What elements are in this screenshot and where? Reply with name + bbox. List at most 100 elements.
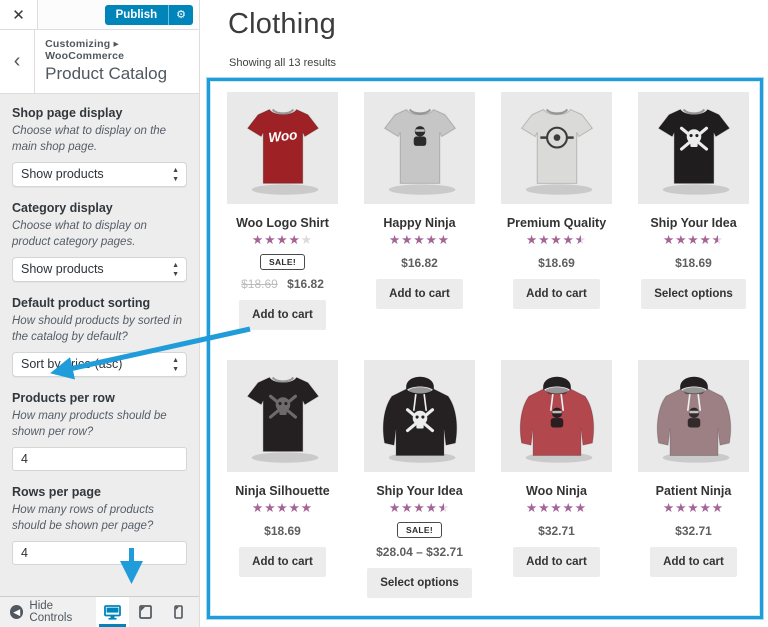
highlighted-preview-region: Woo Woo Logo Shirt ★★★★★ ★★★★★ SALE! $18… (207, 78, 763, 619)
setting-title: Shop page display (12, 106, 123, 120)
product-title[interactable]: Woo Ninja (501, 484, 612, 498)
setting-products-per-row: Products per row How many products shoul… (12, 391, 187, 472)
setting-title: Default product sorting (12, 296, 151, 311)
product-price: $32.71 (638, 524, 749, 538)
add-to-cart-button[interactable]: Add to cart (513, 279, 600, 309)
add-to-cart-button[interactable]: Select options (641, 279, 746, 309)
setting-title: Category display (12, 201, 113, 216)
product-title[interactable]: Happy Ninja (364, 216, 475, 230)
stars-filled: ★★★★★ (251, 233, 301, 247)
shop-page-display-select[interactable]: Show products ▲ ▼ (12, 162, 187, 188)
product-image[interactable] (638, 92, 749, 204)
old-price: $18.69 (241, 277, 278, 291)
publish-button-group: Publish ⚙ (104, 4, 193, 25)
sale-badge: SALE! (397, 522, 442, 538)
add-to-cart-button[interactable]: Add to cart (376, 279, 463, 309)
product-image[interactable] (364, 92, 475, 204)
customizer-footer: ◀ Hide Controls (0, 596, 199, 627)
hide-controls-label: Hide Controls (29, 600, 73, 624)
product-image[interactable] (638, 360, 749, 472)
add-to-cart-button[interactable]: Select options (367, 568, 472, 598)
panel-header-text: Customizing ▸ WooCommerce Product Catalo… (35, 30, 199, 93)
setting-description: How many rows of products should be show… (12, 504, 154, 532)
products-grid: Woo Woo Logo Shirt ★★★★★ ★★★★★ SALE! $18… (210, 81, 760, 598)
back-button[interactable]: ‹ (0, 30, 36, 93)
products-per-row-input[interactable] (12, 447, 187, 472)
select-value: Show products (21, 262, 104, 277)
sale-badge: SALE! (260, 254, 305, 270)
product-price: $16.82 (364, 256, 475, 270)
stars-filled: ★★★★★ (251, 501, 314, 515)
stars-filled: ★★★★★ (388, 501, 444, 515)
product-image[interactable] (227, 360, 338, 472)
mobile-icon (174, 605, 183, 619)
product-image[interactable] (501, 92, 612, 204)
current-price: $28.04 – $32.71 (376, 545, 463, 559)
product-card[interactable]: Ship Your Idea ★★★★★ ★★★★★ SALE! $28.04 … (364, 360, 475, 598)
current-price: $16.82 (287, 277, 324, 291)
product-card[interactable]: Ninja Silhouette ★★★★★ ★★★★★ SALE! $18.6… (227, 360, 338, 577)
select-arrows-icon: ▲ ▼ (172, 357, 179, 374)
add-to-cart-button[interactable]: Add to cart (239, 300, 326, 330)
product-price: $28.04 – $32.71 (364, 545, 475, 559)
star-rating: ★★★★★ ★★★★★ (252, 233, 313, 248)
product-title[interactable]: Ninja Silhouette (227, 484, 338, 498)
product-price: $18.69 $16.82 (227, 277, 338, 291)
collapse-arrow-icon: ◀ (10, 605, 24, 619)
product-card[interactable]: Woo Woo Logo Shirt ★★★★★ ★★★★★ SALE! $18… (227, 92, 338, 330)
mobile-preview-button[interactable] (162, 597, 195, 627)
product-card[interactable]: Patient Ninja ★★★★★ ★★★★★ SALE! $32.71 A… (638, 360, 749, 577)
setting-title: Products per row (12, 391, 115, 406)
publish-button[interactable]: Publish (104, 4, 169, 25)
select-arrows-icon: ▲ ▼ (172, 167, 179, 184)
setting-shop-page-display: Shop page display Choose what to display… (12, 106, 187, 188)
rows-per-page-input[interactable] (12, 541, 187, 566)
product-title[interactable]: Ship Your Idea (638, 216, 749, 230)
add-to-cart-button[interactable]: Add to cart (239, 547, 326, 577)
customizer-window: ✕ Publish ⚙ ‹ Customizing ▸ WooCommerce … (0, 0, 768, 627)
publish-settings-button[interactable]: ⚙ (168, 4, 193, 25)
product-image[interactable]: Woo (227, 92, 338, 204)
star-rating: ★★★★★ ★★★★★ (663, 233, 724, 248)
settings-panel: Shop page display Choose what to display… (0, 94, 199, 566)
product-card[interactable]: Woo Ninja ★★★★★ ★★★★★ SALE! $32.71 Add t… (501, 360, 612, 577)
site-preview-pane: Clothing Showing all 13 results Woo Woo … (201, 0, 768, 627)
product-image[interactable] (501, 360, 612, 472)
star-rating: ★★★★★ ★★★★★ (389, 501, 450, 516)
hide-controls-button[interactable]: ◀ Hide Controls (0, 600, 96, 624)
setting-category-display: Category display Choose what to display … (12, 201, 187, 283)
current-price: $18.69 (538, 256, 575, 270)
stars-filled: ★★★★★ (662, 233, 718, 247)
add-to-cart-button[interactable]: Add to cart (650, 547, 737, 577)
stars-filled: ★★★★★ (662, 501, 725, 515)
setting-description: Choose what to display on the main shop … (12, 125, 167, 153)
product-price: $18.69 (638, 256, 749, 270)
setting-description: How many products should be shown per ro… (12, 410, 167, 438)
product-title[interactable]: Ship Your Idea (364, 484, 475, 498)
category-display-select[interactable]: Show products ▲ ▼ (12, 257, 187, 283)
product-price: $18.69 (227, 524, 338, 538)
product-card[interactable]: Premium Quality ★★★★★ ★★★★★ SALE! $18.69… (501, 92, 612, 309)
select-arrows-icon: ▲ ▼ (172, 262, 179, 279)
select-value: Sort by price (asc) (21, 357, 123, 372)
svg-text:Woo: Woo (267, 127, 297, 145)
product-card[interactable]: Happy Ninja ★★★★★ ★★★★★ SALE! $16.82 Add… (364, 92, 475, 309)
setting-description: Choose what to display on product catego… (12, 220, 147, 248)
desktop-preview-button[interactable] (96, 597, 129, 627)
close-customizer-button[interactable]: ✕ (0, 0, 38, 29)
product-title[interactable]: Premium Quality (501, 216, 612, 230)
customizer-topbar: ✕ Publish ⚙ (0, 0, 199, 30)
product-card[interactable]: Ship Your Idea ★★★★★ ★★★★★ SALE! $18.69 … (638, 92, 749, 309)
add-to-cart-button[interactable]: Add to cart (513, 547, 600, 577)
product-image[interactable] (364, 360, 475, 472)
star-rating: ★★★★★ ★★★★★ (389, 233, 450, 248)
default-sorting-select[interactable]: Sort by price (asc) ▲ ▼ (12, 352, 187, 378)
product-title[interactable]: Patient Ninja (638, 484, 749, 498)
current-price: $16.82 (401, 256, 438, 270)
star-rating: ★★★★★ ★★★★★ (526, 501, 587, 516)
product-title[interactable]: Woo Logo Shirt (227, 216, 338, 230)
results-count: Showing all 13 results (229, 57, 337, 69)
setting-rows-per-page: Rows per page How many rows of products … (12, 485, 187, 566)
tablet-preview-button[interactable] (129, 597, 162, 627)
